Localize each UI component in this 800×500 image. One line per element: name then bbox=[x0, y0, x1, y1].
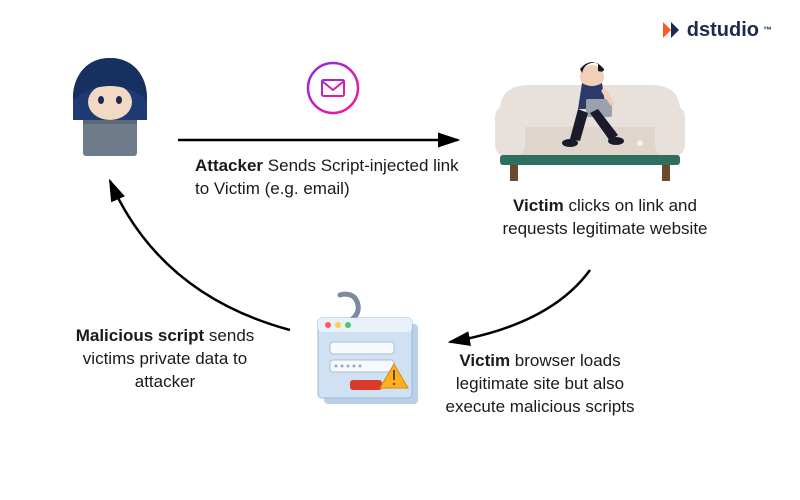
step1-label: Attacker Sends Script-injected link to V… bbox=[195, 155, 475, 201]
step3-bold: Victim bbox=[459, 351, 510, 370]
step2-bold: Victim bbox=[513, 196, 564, 215]
brand-name: dstudio bbox=[687, 19, 759, 42]
victim-icon bbox=[490, 55, 690, 185]
arrow-attacker-to-victim bbox=[178, 128, 468, 158]
brand-mark-icon bbox=[659, 18, 683, 42]
step3-label: Victim browser loads legitimate site but… bbox=[440, 350, 640, 419]
arrow-victim-to-site bbox=[440, 270, 600, 350]
step4-bold: Malicious script bbox=[76, 326, 204, 345]
email-icon bbox=[305, 60, 361, 116]
brand-tm: ™ bbox=[763, 25, 772, 35]
attacker-icon bbox=[55, 50, 165, 160]
step1-bold: Attacker bbox=[195, 156, 263, 175]
brand-logo: dstudio ™ bbox=[659, 18, 772, 42]
step4-label: Malicious script sends victims private d… bbox=[65, 325, 265, 394]
phishing-window-icon bbox=[300, 290, 430, 420]
step2-label: Victim clicks on link and requests legit… bbox=[500, 195, 710, 241]
